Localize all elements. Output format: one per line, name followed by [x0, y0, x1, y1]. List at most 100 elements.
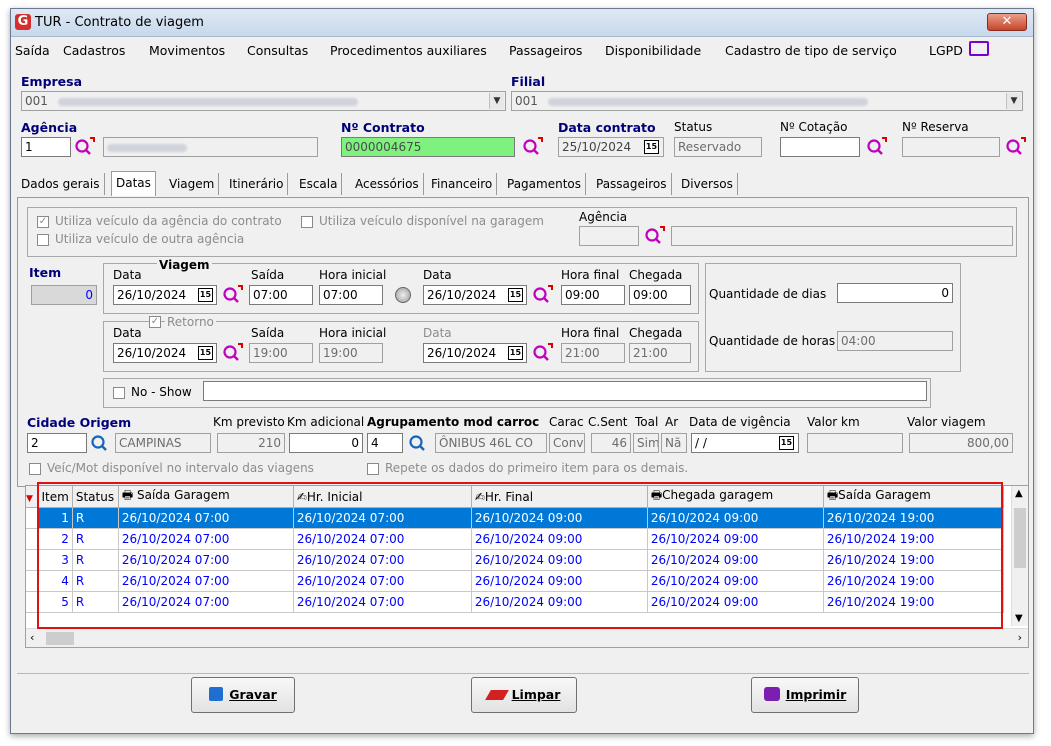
ida-hora-final-input[interactable]: 09:00 [561, 285, 625, 305]
chevron-down-icon[interactable]: ▼ [1006, 93, 1021, 109]
tab-itinerario[interactable]: Itinerário [225, 173, 289, 195]
ida-hora-inicial-input[interactable]: 07:00 [319, 285, 383, 305]
cell-hr-final: 26/10/2024 09:00 [471, 591, 648, 613]
horizontal-scrollbar[interactable]: ‹ › [26, 628, 1028, 647]
col-hr-inicial-label: Hr. Inicial [306, 489, 363, 504]
cb-agencia-contrato[interactable]: ✓ [37, 216, 49, 228]
scroll-down-icon[interactable]: ▼ [1015, 613, 1023, 624]
table-row[interactable]: 2 R 26/10/2024 07:00 26/10/2024 07:00 26… [26, 528, 1004, 550]
agrupamento-code-input[interactable]: 4 [367, 433, 403, 453]
items-grid[interactable]: ▼ Item Status 🖶 Saída Garagem ✍Hr. Inici… [25, 485, 1029, 648]
cb-garagem[interactable] [301, 216, 313, 228]
col-item[interactable]: Item [38, 486, 73, 508]
col-hr-final[interactable]: ✍Hr. Final [471, 486, 648, 508]
volta-hora-final-input[interactable]: 21:00 [561, 343, 625, 363]
search-icon[interactable] [407, 432, 429, 452]
cb-noshow[interactable] [113, 387, 125, 399]
imprimir-button[interactable]: Imprimir [751, 677, 859, 713]
table-row[interactable]: 4 R 26/10/2024 07:00 26/10/2024 07:00 26… [26, 570, 1004, 592]
search-icon[interactable] [1004, 136, 1026, 156]
calendar-icon[interactable]: 15 [508, 346, 523, 360]
scroll-up-icon[interactable]: ▲ [1015, 488, 1023, 499]
calendar-icon[interactable]: 15 [779, 436, 794, 450]
tab-datas[interactable]: Datas [111, 171, 156, 196]
table-row[interactable]: 1 R 26/10/2024 07:00 26/10/2024 07:00 26… [26, 507, 1004, 529]
chevron-down-icon[interactable]: ▼ [489, 93, 504, 109]
menu-procedimentos[interactable]: Procedimentos auxiliares [330, 43, 487, 58]
calendar-icon[interactable]: 15 [508, 288, 523, 302]
ida-saida-input[interactable]: 07:00 [249, 285, 313, 305]
vertical-scrollbar[interactable]: ▲ ▼ [1011, 486, 1028, 626]
menu-passageiros[interactable]: Passageiros [509, 43, 582, 58]
search-icon[interactable] [531, 342, 553, 362]
hscroll-thumb[interactable] [46, 632, 74, 645]
calendar-icon[interactable]: 15 [198, 346, 213, 360]
retorno-label: Retorno [165, 315, 216, 329]
signature-icon: ✍ [474, 489, 485, 504]
menu-cadastros[interactable]: Cadastros [63, 43, 125, 58]
cb-retorno[interactable]: ✓ [149, 316, 161, 328]
menu-tipo-servico[interactable]: Cadastro de tipo de serviço [725, 43, 897, 58]
search-icon[interactable] [73, 136, 95, 156]
search-icon[interactable] [221, 284, 243, 304]
empresa-select[interactable]: 001 ▼ [21, 91, 506, 111]
cb-repete[interactable] [367, 463, 379, 475]
menu-saida[interactable]: Saída [15, 43, 50, 58]
km-adicional-input[interactable]: 0 [289, 433, 363, 453]
globe-icon[interactable] [395, 287, 411, 303]
contrato-input[interactable]: 0000004675 [341, 137, 515, 157]
col-hr-inicial[interactable]: ✍Hr. Inicial [293, 486, 472, 508]
empresa-code: 001 [25, 94, 48, 108]
cotacao-input[interactable] [780, 137, 860, 157]
menu-consultas[interactable]: Consultas [247, 43, 308, 58]
calendar-icon[interactable]: 15 [644, 140, 659, 154]
search-icon[interactable] [865, 136, 887, 156]
search-icon[interactable] [221, 342, 243, 362]
table-row[interactable]: 5 R 26/10/2024 07:00 26/10/2024 07:00 26… [26, 591, 1004, 613]
limpar-button[interactable]: Limpar [471, 677, 577, 713]
search-icon[interactable] [531, 284, 553, 304]
save-icon [209, 687, 224, 701]
calendar-icon[interactable]: 15 [198, 288, 213, 302]
volta-hora-inicial-input[interactable]: 19:00 [319, 343, 383, 363]
volta-saida-input[interactable]: 19:00 [249, 343, 313, 363]
qtd-dias-input[interactable]: 0 [837, 283, 953, 303]
scroll-thumb[interactable] [1014, 508, 1026, 568]
col-status[interactable]: Status [72, 486, 119, 508]
monitor-icon[interactable] [969, 41, 989, 56]
reserva-input[interactable] [902, 137, 1000, 157]
tab-viagem[interactable]: Viagem [165, 173, 220, 195]
cidade-code-input[interactable]: 2 [27, 433, 87, 453]
cb-veic-mot[interactable] [29, 463, 41, 475]
col-saida-garagem-2[interactable]: 🖶Saída Garagem [823, 486, 1004, 508]
search-icon[interactable] [643, 225, 665, 245]
volta-chegada-input[interactable]: 21:00 [629, 343, 691, 363]
noshow-input[interactable] [203, 381, 927, 401]
tab-financeiro[interactable]: Financeiro [427, 173, 498, 195]
search-icon[interactable] [521, 136, 543, 156]
table-row[interactable]: 3 R 26/10/2024 07:00 26/10/2024 07:00 26… [26, 549, 1004, 571]
tab-pagamentos[interactable]: Pagamentos [503, 173, 586, 195]
tab-acessorios[interactable]: Acessórios [351, 173, 424, 195]
menu-disponibilidade[interactable]: Disponibilidade [605, 43, 701, 58]
scroll-right-icon[interactable]: › [1018, 631, 1022, 644]
cell-item: 5 [38, 591, 73, 613]
tab-passageiros[interactable]: Passageiros [592, 173, 672, 195]
col-chegada-garagem[interactable]: 🖶Chegada garagem [647, 486, 824, 508]
menu-lgpd[interactable]: LGPD [929, 43, 963, 58]
tab-dados-gerais[interactable]: Dados gerais [17, 173, 105, 195]
tab-diversos[interactable]: Diversos [677, 173, 738, 195]
menu-movimentos[interactable]: Movimentos [149, 43, 225, 58]
cb-outra-agencia[interactable] [37, 234, 49, 246]
gravar-button[interactable]: Gravar [191, 677, 295, 713]
item-field[interactable]: 0 [31, 285, 97, 305]
cell-chegada-garagem: 26/10/2024 09:00 [647, 549, 824, 571]
close-button[interactable]: ✕ [987, 13, 1027, 31]
scroll-left-icon[interactable]: ‹ [30, 631, 34, 644]
col-saida-garagem[interactable]: 🖶 Saída Garagem [118, 486, 294, 508]
filial-select[interactable]: 001 ▼ [511, 91, 1023, 111]
agencia-code-input[interactable]: 1 [21, 137, 71, 157]
tab-escala[interactable]: Escala [295, 173, 343, 195]
search-icon[interactable] [89, 432, 111, 452]
ida-chegada-input[interactable]: 09:00 [629, 285, 691, 305]
